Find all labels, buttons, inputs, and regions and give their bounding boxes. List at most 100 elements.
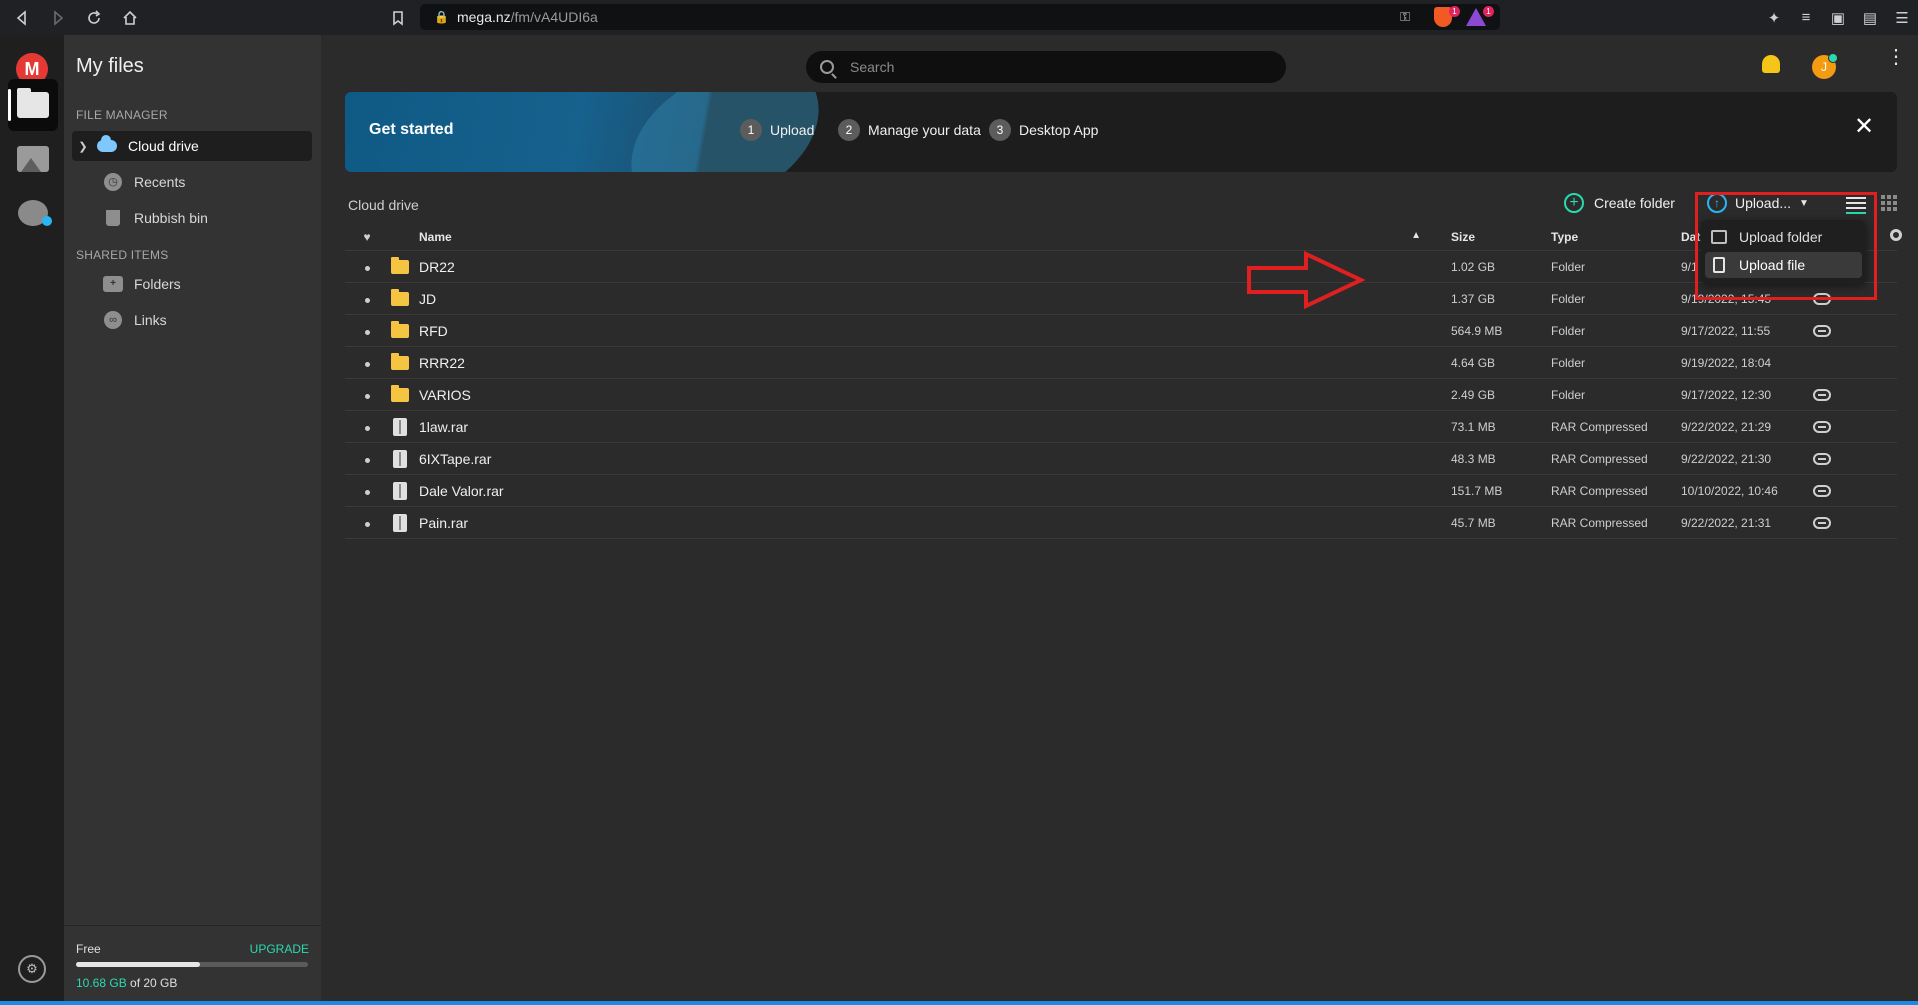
table-row[interactable]: RFD 564.9 MB Folder 9/17/2022, 11:55 bbox=[345, 315, 1897, 347]
column-settings-icon[interactable] bbox=[1890, 229, 1902, 241]
column-size[interactable]: Size bbox=[1451, 230, 1551, 244]
favourite-dot-icon[interactable] bbox=[345, 292, 389, 306]
file-size: 48.3 MB bbox=[1451, 451, 1496, 466]
link-icon[interactable] bbox=[1813, 516, 1831, 529]
file-size: 2.49 GB bbox=[1451, 387, 1496, 402]
chat-icon bbox=[18, 200, 52, 226]
link-icon[interactable] bbox=[1813, 420, 1831, 433]
file-date: 9/22/2022, 21:31 bbox=[1681, 515, 1772, 530]
table-row[interactable]: 1law.rar 73.1 MB RAR Compressed 9/22/2022, … bbox=[345, 411, 1897, 443]
step-upload[interactable]: 1 Upload bbox=[740, 119, 814, 141]
plan-label: Free bbox=[76, 942, 101, 956]
file-name[interactable]: RFD bbox=[419, 323, 1451, 339]
upgrade-link[interactable]: UPGRADE bbox=[250, 942, 309, 956]
archive-icon bbox=[393, 449, 407, 468]
main-content: J ⋮ Get started 1Upload 2Manage your dat… bbox=[321, 35, 1918, 1005]
support-icon[interactable]: ⚙ bbox=[18, 955, 46, 983]
favourite-column-icon[interactable]: ♥ bbox=[345, 230, 389, 244]
favourite-dot-icon[interactable] bbox=[345, 260, 389, 274]
reload-icon[interactable] bbox=[80, 4, 108, 32]
avatar[interactable]: J bbox=[1812, 53, 1838, 79]
sidebar-item-rubbish-bin[interactable]: Rubbish bin bbox=[72, 203, 312, 233]
favourite-dot-icon[interactable] bbox=[345, 388, 389, 402]
archive-icon bbox=[393, 417, 407, 436]
folder-icon bbox=[17, 88, 49, 118]
more-vertical-icon[interactable]: ⋮ bbox=[1886, 47, 1906, 77]
key-icon[interactable]: ⚿ bbox=[1400, 9, 1410, 25]
table-row[interactable]: VARIOS 2.49 GB Folder 9/17/2022, 12:30 bbox=[345, 379, 1897, 411]
shield-badge: 1 bbox=[1449, 6, 1460, 17]
file-name[interactable]: RRR22 bbox=[419, 355, 1451, 371]
wallet-icon[interactable]: ▤ bbox=[1854, 0, 1886, 35]
file-table: ♥ Name ▲ Size Type Dat DR22 1.02 GB Folder 9… bbox=[345, 223, 1897, 539]
table-row[interactable]: Dale Valor.rar 151.7 MB RAR Compressed 10/1… bbox=[345, 475, 1897, 507]
bell-icon[interactable] bbox=[1762, 55, 1780, 73]
file-type: RAR Compressed bbox=[1551, 419, 1648, 434]
banner-title: Get started bbox=[369, 121, 454, 138]
file-name[interactable]: 1law.rar bbox=[419, 419, 1451, 435]
grid-view-icon[interactable] bbox=[1881, 195, 1897, 211]
sidebar-item-links[interactable]: ∞ Links bbox=[72, 305, 312, 335]
rail-cloud-drive[interactable] bbox=[8, 79, 58, 131]
file-size: 151.7 MB bbox=[1451, 483, 1503, 498]
storage-bar-fill bbox=[76, 962, 200, 967]
close-icon[interactable]: ✕ bbox=[1851, 114, 1877, 140]
table-header: ♥ Name ▲ Size Type Dat bbox=[345, 223, 1897, 251]
table-row[interactable]: RRR22 4.64 GB Folder 9/19/2022, 18:04 bbox=[345, 347, 1897, 379]
bottom-strip bbox=[0, 1001, 1918, 1005]
table-row[interactable]: 6IXTape.rar 48.3 MB RAR Compressed 9/22/202… bbox=[345, 443, 1897, 475]
rail-photos[interactable] bbox=[8, 133, 58, 185]
step-desktop-app[interactable]: 3 Desktop App bbox=[989, 119, 1098, 141]
file-type: Folder bbox=[1551, 323, 1586, 338]
playlist-icon[interactable]: ≡ bbox=[1790, 0, 1822, 35]
back-icon[interactable] bbox=[8, 4, 36, 32]
file-size: 564.9 MB bbox=[1451, 323, 1503, 338]
menu-icon[interactable]: ☰ bbox=[1886, 0, 1918, 35]
chevron-right-icon[interactable]: ❯ bbox=[74, 140, 92, 153]
table-row[interactable]: Pain.rar 45.7 MB RAR Compressed 9/22/2022, … bbox=[345, 507, 1897, 539]
file-name[interactable]: 6IXTape.rar bbox=[419, 451, 1451, 467]
url-path: /fm/vA4UDI6a bbox=[510, 9, 598, 25]
link-icon[interactable] bbox=[1813, 324, 1831, 337]
favourite-dot-icon[interactable] bbox=[345, 324, 389, 338]
favourite-dot-icon[interactable] bbox=[345, 356, 389, 370]
sidebar-item-cloud-drive[interactable]: ❯ Cloud drive bbox=[72, 131, 312, 161]
storage-bar bbox=[76, 962, 308, 967]
url-host: mega.nz bbox=[456, 9, 511, 25]
address-bar[interactable]: 🔒 mega.nz/fm/vA4UDI6a ⚿ 1 1 bbox=[420, 4, 1500, 30]
file-name[interactable]: Pain.rar bbox=[419, 515, 1451, 531]
home-icon[interactable] bbox=[116, 4, 144, 32]
extensions-icon[interactable]: ✦ bbox=[1758, 0, 1790, 35]
table-row[interactable]: DR22 1.02 GB Folder 9/1 bbox=[345, 251, 1897, 283]
rail-chat[interactable] bbox=[8, 187, 58, 239]
breadcrumb[interactable]: Cloud drive bbox=[348, 197, 419, 213]
storage-used: 10.68 GB of 20 GB bbox=[76, 976, 178, 990]
link-icon[interactable] bbox=[1813, 484, 1831, 497]
search-bar[interactable] bbox=[806, 51, 1286, 83]
clock-icon: ◷ bbox=[102, 173, 124, 191]
favourite-dot-icon[interactable] bbox=[345, 484, 389, 498]
favourite-dot-icon[interactable] bbox=[345, 420, 389, 434]
create-folder-button[interactable]: + Create folder bbox=[1564, 193, 1675, 213]
forward-icon[interactable] bbox=[44, 4, 72, 32]
column-type[interactable]: Type bbox=[1551, 230, 1681, 244]
step-manage-data[interactable]: 2 Manage your data bbox=[838, 119, 981, 141]
sidebar-item-label: Links bbox=[134, 312, 167, 328]
sidebar-item-folders[interactable]: + Folders bbox=[72, 269, 312, 299]
file-size: 45.7 MB bbox=[1451, 515, 1496, 530]
bookmark-icon[interactable] bbox=[384, 4, 412, 32]
sidebar-toggle-icon[interactable]: ▣ bbox=[1822, 0, 1854, 35]
link-icon[interactable] bbox=[1813, 452, 1831, 465]
file-size: 1.02 GB bbox=[1451, 259, 1496, 274]
file-name[interactable]: Dale Valor.rar bbox=[419, 483, 1451, 499]
link-icon[interactable] bbox=[1813, 388, 1831, 401]
column-name[interactable]: Name ▲ bbox=[419, 230, 1451, 244]
favourite-dot-icon[interactable] bbox=[345, 452, 389, 466]
file-date: 10/10/2022, 10:46 bbox=[1681, 483, 1778, 498]
search-input[interactable] bbox=[850, 59, 1250, 75]
favourite-dot-icon[interactable] bbox=[345, 516, 389, 530]
table-row[interactable]: JD 1.37 GB Folder 9/19/2022, 15:45 bbox=[345, 283, 1897, 315]
file-name[interactable]: VARIOS bbox=[419, 387, 1451, 403]
sidebar-item-recents[interactable]: ◷ Recents bbox=[72, 167, 312, 197]
file-type: RAR Compressed bbox=[1551, 483, 1648, 498]
